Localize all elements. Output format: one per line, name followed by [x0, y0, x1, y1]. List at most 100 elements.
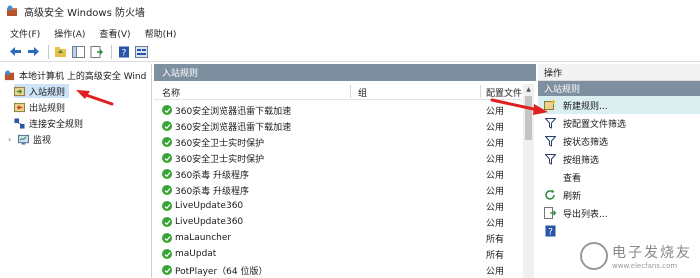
- watermark: 电子发烧友 www.elecfans.com: [580, 236, 698, 276]
- tree-root[interactable]: 本地计算机 上的高级安全 Wind: [4, 68, 146, 82]
- connection-security-icon: [14, 117, 25, 129]
- tree-item-connection-security-rules[interactable]: 连接安全规则: [14, 116, 83, 130]
- action-label: 按状态筛选: [563, 137, 609, 148]
- tree-item-outbound-rules[interactable]: 出站规则: [14, 100, 65, 114]
- rule-name: 360安全卫士实时保护: [175, 138, 265, 149]
- export-list-icon: [544, 207, 556, 219]
- scroll-up-icon[interactable]: ▲: [523, 84, 534, 94]
- rule-profile: 公用: [486, 202, 505, 213]
- enabled-check-icon: [162, 265, 172, 275]
- menu-view[interactable]: 查看(V): [99, 27, 130, 40]
- column-divider[interactable]: [480, 85, 481, 98]
- enabled-check-icon: [162, 105, 172, 115]
- filter-by-profile-action[interactable]: 按配置文件筛选: [538, 114, 700, 132]
- inbound-rules-icon: [14, 86, 25, 96]
- rule-row[interactable]: PotPlayer（64 位版） 公用: [154, 262, 522, 278]
- tree-item-inbound-rules[interactable]: 入站规则: [14, 84, 70, 98]
- tree-item-monitoring[interactable]: › 监视: [8, 132, 51, 146]
- enabled-check-icon: [162, 217, 172, 227]
- rule-name: LiveUpdate360: [175, 217, 244, 227]
- toolbar-separator: [111, 44, 112, 59]
- enabled-check-icon: [162, 169, 172, 179]
- export-list-action[interactable]: 导出列表...: [538, 204, 700, 222]
- rule-name: LiveUpdate360: [175, 201, 244, 211]
- chevron-right-icon[interactable]: ›: [8, 135, 14, 144]
- vertical-scrollbar[interactable]: ▲: [523, 84, 534, 278]
- enabled-check-icon: [162, 233, 172, 243]
- rule-row[interactable]: 360安全浏览器迅雷下载加速 公用: [154, 102, 522, 118]
- menu-file[interactable]: 文件(F): [10, 27, 40, 40]
- tree-item-label: 出站规则: [29, 103, 66, 114]
- scrollbar-thumb[interactable]: [525, 96, 532, 140]
- rule-row[interactable]: maUpdat 所有: [154, 246, 522, 262]
- enabled-check-icon: [162, 137, 172, 147]
- watermark-cn: 电子发烧友: [612, 245, 692, 261]
- view-spacer: [544, 171, 556, 183]
- rule-profile: 公用: [486, 106, 505, 117]
- rule-profile: 公用: [486, 266, 505, 277]
- help-icon[interactable]: ?: [116, 44, 131, 59]
- forward-arrow-icon[interactable]: [26, 44, 41, 59]
- console-tree: 本地计算机 上的高级安全 Wind 入站规则 出站规则 连接安全规则 › 监视: [0, 64, 152, 278]
- export-icon[interactable]: [89, 44, 104, 59]
- show-hide-tree-icon[interactable]: [71, 44, 86, 59]
- rule-profile: 公用: [486, 138, 505, 149]
- rule-row[interactable]: LiveUpdate360 公用: [154, 198, 522, 214]
- back-arrow-icon[interactable]: [8, 44, 23, 59]
- enabled-check-icon: [162, 201, 172, 211]
- menu-help[interactable]: 帮助(H): [145, 27, 177, 40]
- tree-item-label: 监视: [33, 135, 52, 146]
- filter-icon: [544, 117, 556, 129]
- rule-row[interactable]: maLauncher 所有: [154, 230, 522, 246]
- column-headers: 名称 组 配置文件: [154, 84, 522, 100]
- actions-title: 操作: [538, 64, 700, 81]
- menu-bar: 文件(F) 操作(A) 查看(V) 帮助(H): [0, 24, 700, 42]
- up-folder-icon[interactable]: [53, 44, 68, 59]
- rule-name: maLauncher: [175, 233, 232, 243]
- rule-row[interactable]: 360安全卫士实时保护 公用: [154, 134, 522, 150]
- monitoring-icon: [18, 134, 29, 145]
- column-header-profile[interactable]: 配置文件: [486, 86, 522, 99]
- action-label: 按配置文件筛选: [563, 119, 627, 130]
- column-divider[interactable]: [350, 85, 351, 98]
- action-label: 刷新: [563, 191, 582, 202]
- column-header-name[interactable]: 名称: [162, 86, 180, 99]
- watermark-logo-icon: [580, 242, 608, 270]
- rule-name: 360杀毒 升级程序: [175, 170, 250, 181]
- enabled-check-icon: [162, 249, 172, 259]
- svg-text:?: ?: [121, 48, 126, 58]
- enabled-check-icon: [162, 121, 172, 131]
- rule-name: 360安全卫士实时保护: [175, 154, 265, 165]
- action-label: 按组筛选: [563, 155, 600, 166]
- rule-name: 360杀毒 升级程序: [175, 186, 250, 197]
- properties-icon[interactable]: [134, 44, 149, 59]
- filter-by-group-action[interactable]: 按组筛选: [538, 150, 700, 168]
- tree-item-label: 入站规则: [29, 87, 66, 98]
- rule-row[interactable]: 360安全浏览器迅雷下载加速 公用: [154, 118, 522, 134]
- rule-row[interactable]: 360杀毒 升级程序 公用: [154, 166, 522, 182]
- enabled-check-icon: [162, 153, 172, 163]
- rules-list: 360安全浏览器迅雷下载加速 公用 360安全浏览器迅雷下载加速 公用 360安全卫士实…: [154, 102, 522, 278]
- rule-profile: 公用: [486, 122, 505, 133]
- toolbar-separator: [48, 44, 49, 59]
- firewall-icon: [7, 5, 17, 16]
- outbound-rules-icon: [14, 102, 25, 112]
- column-header-group[interactable]: 组: [358, 86, 367, 99]
- rule-profile: 所有: [486, 250, 505, 261]
- new-rule-action[interactable]: 新建规则...: [538, 96, 700, 114]
- rule-row[interactable]: LiveUpdate360 公用: [154, 214, 522, 230]
- rule-row[interactable]: 360杀毒 升级程序 公用: [154, 182, 522, 198]
- refresh-action[interactable]: 刷新: [538, 186, 700, 204]
- rule-profile: 公用: [486, 154, 505, 165]
- rule-name: PotPlayer（64 位版）: [175, 266, 268, 277]
- menu-action[interactable]: 操作(A): [54, 27, 85, 40]
- rule-row[interactable]: 360安全卫士实时保护 公用: [154, 150, 522, 166]
- svg-text:?: ?: [548, 228, 553, 238]
- action-label: 导出列表...: [563, 209, 608, 220]
- enabled-check-icon: [162, 185, 172, 195]
- window-title: 高级安全 Windows 防火墙: [24, 7, 145, 19]
- view-action[interactable]: 查看: [538, 168, 700, 186]
- actions-section-header[interactable]: 入站规则: [538, 81, 700, 96]
- filter-icon: [544, 153, 556, 165]
- filter-by-state-action[interactable]: 按状态筛选: [538, 132, 700, 150]
